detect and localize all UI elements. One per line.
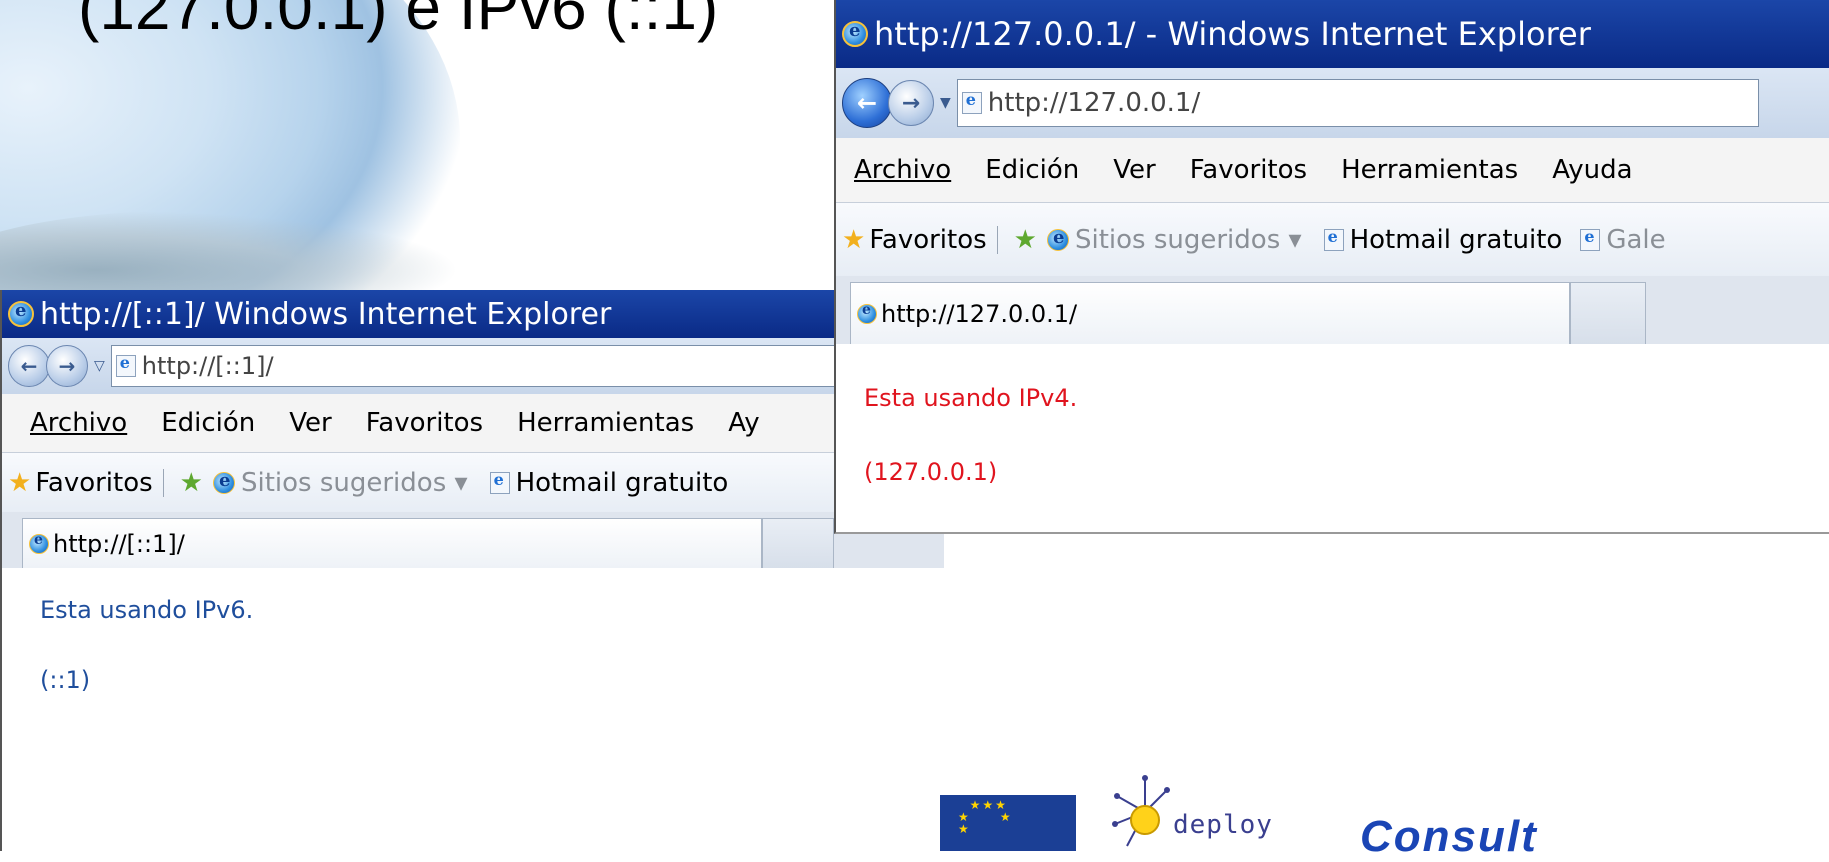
ipv4-address-text: http://127.0.0.1/ [987, 88, 1201, 118]
ipv6-address-display: (::1) [40, 666, 91, 694]
favorites-star-icon: ★ [842, 225, 866, 255]
history-dropdown-icon[interactable]: ▽ [94, 358, 105, 374]
menu-ayuda[interactable]: Ay [728, 408, 759, 438]
ie-icon [8, 300, 34, 327]
menu-archivo[interactable]: Archivo [30, 408, 127, 438]
separator [162, 469, 164, 497]
ie-icon [1046, 227, 1069, 251]
ipv4-address-display: (127.0.0.1) [864, 458, 998, 486]
menu-herramientas[interactable]: Herramientas [517, 408, 694, 438]
ipv4-browser-window: http://127.0.0.1/ - Windows Internet Exp… [834, 0, 1829, 534]
ipv6-address-bar[interactable]: http://[::1]/ [110, 345, 873, 387]
6deploy-text: deploy [1173, 810, 1273, 840]
add-favorite-icon[interactable]: ★ [180, 468, 203, 498]
menu-archivo[interactable]: Archivo [854, 155, 951, 185]
history-dropdown-icon[interactable]: ▼ [940, 95, 951, 111]
ipv6-active-tab[interactable]: http://[::1]/ [22, 518, 762, 568]
forward-button[interactable]: → [888, 80, 934, 126]
ipv4-page-content: Esta usando IPv4. (127.0.0.1) [836, 344, 1829, 532]
menu-favoritos[interactable]: Favoritos [366, 408, 483, 438]
add-favorite-icon[interactable]: ★ [1014, 225, 1037, 255]
separator [996, 226, 998, 254]
ie-icon [842, 20, 868, 47]
new-tab-button[interactable] [1570, 282, 1646, 344]
ie-icon [857, 302, 877, 324]
back-button[interactable]: ← [842, 78, 892, 128]
slide-title: (127.0.0.1) e IPv6 (::1) [78, 0, 719, 43]
consulintel-logo: Consult [1360, 812, 1538, 861]
ipv4-tab-row: http://127.0.0.1/ [836, 276, 1829, 345]
ipv4-tab-label: http://127.0.0.1/ [881, 299, 1078, 328]
ie-icon [212, 470, 235, 494]
menu-favoritos[interactable]: Favoritos [1190, 155, 1307, 185]
sponsor-logos: ★★★ ★ ★ ★ deploy Consult [940, 775, 1640, 861]
menu-herramientas[interactable]: Herramientas [1341, 155, 1518, 185]
suggested-sites-link[interactable]: Sitios sugeridos ▾ [241, 468, 468, 498]
ipv4-address-row: ← → ▼ http://127.0.0.1/ [836, 68, 1829, 138]
ipv6-tab-label: http://[::1]/ [53, 529, 185, 558]
favorites-star-icon: ★ [8, 468, 32, 498]
eu-stars-icon: ★★★ ★ ★ ★ [958, 798, 1013, 836]
ipv6-tab-row: http://[::1]/ [2, 512, 944, 569]
ie-icon [29, 532, 49, 554]
menu-edicion[interactable]: Edición [161, 408, 255, 438]
ipv4-active-tab[interactable]: http://127.0.0.1/ [850, 282, 1570, 344]
ipv4-address-bar[interactable]: http://127.0.0.1/ [956, 79, 1759, 127]
gallery-link[interactable]: Gale [1606, 225, 1665, 255]
menu-ayuda[interactable]: Ayuda [1552, 155, 1632, 185]
ipv4-menubar: Archivo Edición Ver Favoritos Herramient… [836, 138, 1829, 202]
back-button[interactable]: ← [8, 345, 50, 387]
menu-edicion[interactable]: Edición [985, 155, 1079, 185]
page-icon [1323, 227, 1344, 251]
new-tab-button[interactable] [762, 518, 834, 568]
ipv6-favorites-bar: ★ Favoritos ★ Sitios sugeridos ▾ Hotmail… [2, 452, 944, 513]
hotmail-link[interactable]: Hotmail gratuito [516, 468, 729, 498]
ipv4-message: Esta usando IPv4. [864, 384, 1078, 412]
suggested-sites-link[interactable]: Sitios sugeridos ▾ [1075, 225, 1302, 255]
forward-button[interactable]: → [46, 345, 88, 387]
hotmail-link[interactable]: Hotmail gratuito [1350, 225, 1563, 255]
page-icon [961, 90, 982, 114]
page-icon [1580, 227, 1601, 251]
eu-flag-logo: ★★★ ★ ★ ★ [940, 795, 1076, 851]
menu-ver[interactable]: Ver [1113, 155, 1155, 185]
ipv6-address-row: ← → ▽ http://[::1]/ [2, 338, 944, 394]
ipv4-window-title: http://127.0.0.1/ - Windows Internet Exp… [874, 15, 1591, 53]
page-icon [489, 470, 510, 494]
favorites-button[interactable]: Favoritos [869, 225, 986, 255]
page-icon [115, 353, 136, 377]
ipv6-page-content: Esta usando IPv6. (::1) [2, 568, 944, 851]
ipv6-titlebar: http://[::1]/ Windows Internet Explorer [2, 290, 944, 338]
ipv6-browser-window: http://[::1]/ Windows Internet Explorer … [0, 290, 944, 851]
ipv6-message: Esta usando IPv6. [40, 596, 254, 624]
ipv4-titlebar: http://127.0.0.1/ - Windows Internet Exp… [836, 0, 1829, 68]
ipv6-window-title: http://[::1]/ Windows Internet Explorer [40, 296, 612, 332]
6deploy-logo: deploy [1105, 772, 1295, 852]
menu-ver[interactable]: Ver [289, 408, 331, 438]
ipv4-favorites-bar: ★ Favoritos ★ Sitios sugeridos ▾ Hotmail… [836, 202, 1829, 277]
ipv6-address-text: http://[::1]/ [141, 352, 274, 380]
ipv6-menubar: Archivo Edición Ver Favoritos Herramient… [2, 394, 944, 452]
favorites-button[interactable]: Favoritos [35, 468, 152, 498]
